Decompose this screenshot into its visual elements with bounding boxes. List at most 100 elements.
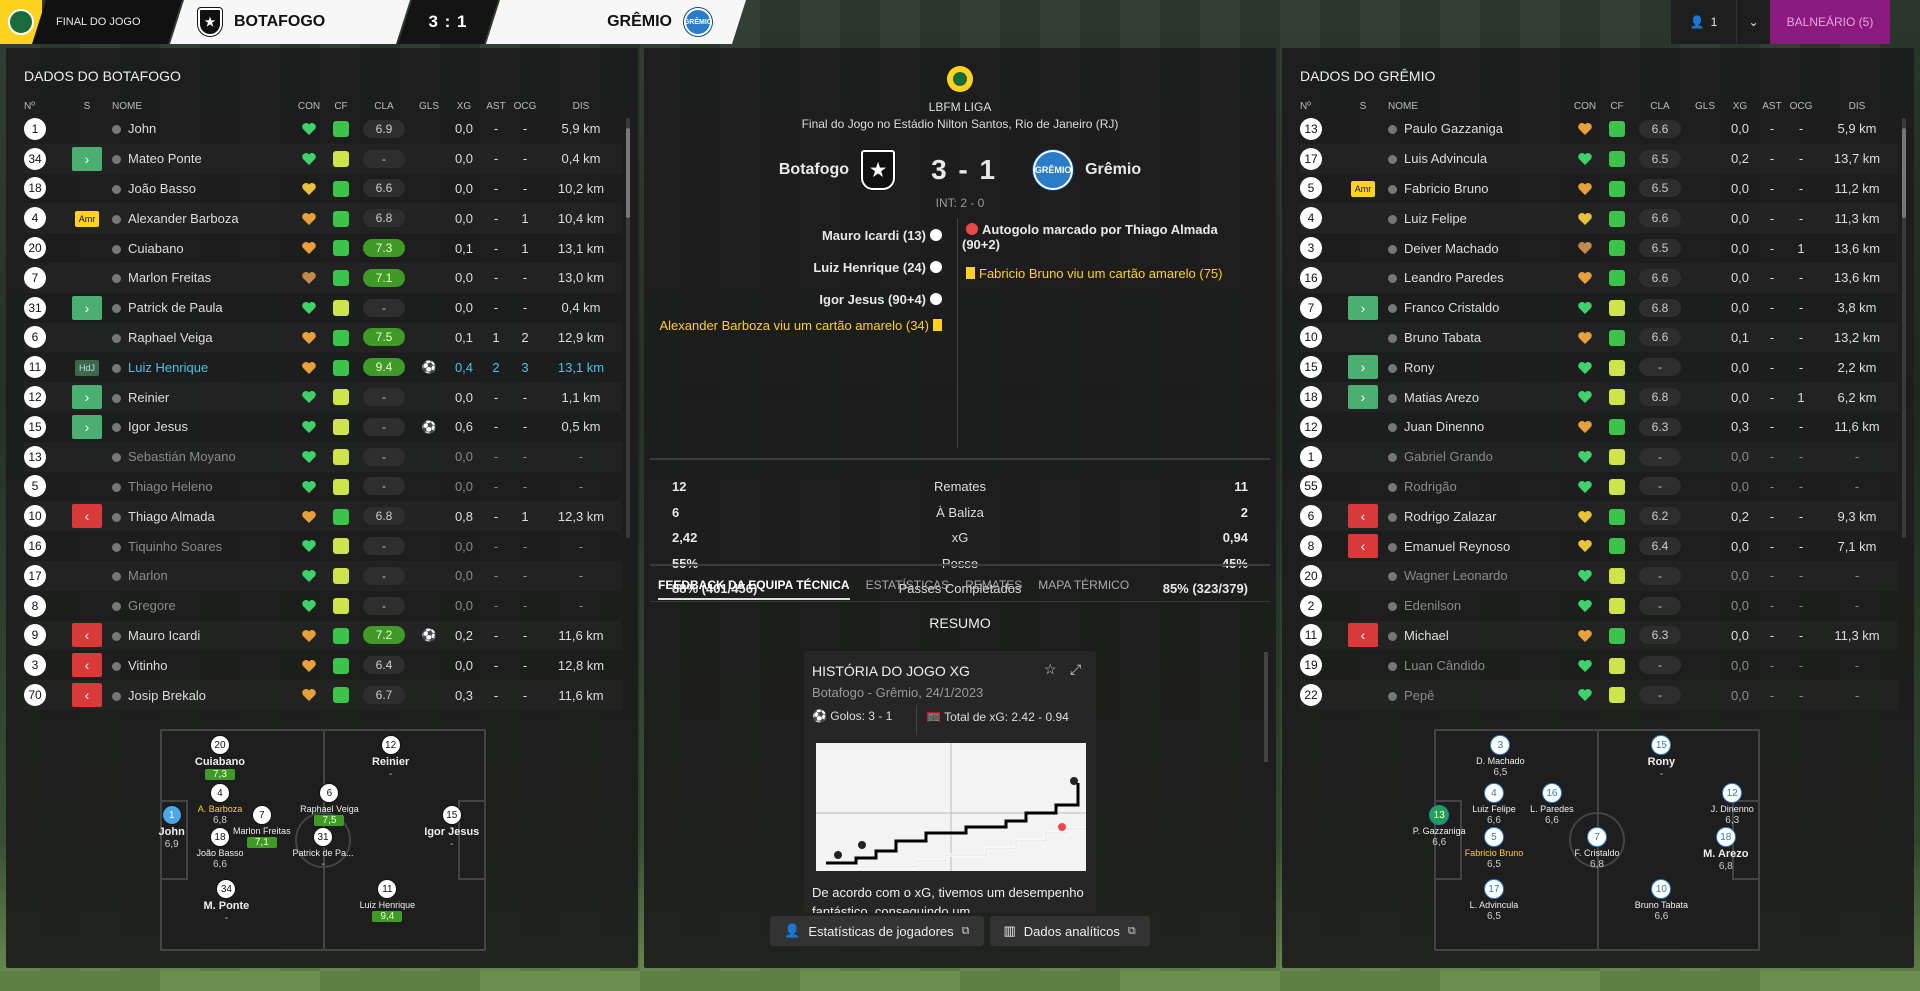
- player-name-cell[interactable]: Michael: [1388, 621, 1568, 651]
- pitch-player[interactable]: 7 F. Cristaldo 6,8: [1557, 826, 1637, 870]
- pitch-player[interactable]: 10 Bruno Tabata 6,6: [1621, 879, 1701, 922]
- table-row[interactable]: 16 Tiquinho Soares - 0,0 - - -: [24, 531, 622, 561]
- home-team[interactable]: ★ BOTAFOGO: [170, 0, 410, 44]
- pitch-player[interactable]: 18 M. Arezo 6,8: [1686, 826, 1766, 872]
- player-name-cell[interactable]: Luan Cândido: [1388, 650, 1568, 680]
- home-team-label[interactable]: Botafogo: [779, 161, 849, 179]
- player-name-cell[interactable]: Alexander Barboza: [112, 203, 292, 233]
- table-row[interactable]: 8 ‹ Emanuel Reynoso 6.4 0,0 - - 7,1 km: [1300, 531, 1898, 561]
- player-name[interactable]: Fabricio Bruno: [1404, 181, 1489, 196]
- table-row[interactable]: 4 Amr Alexander Barboza 6.8 0,0-1 10,4 km: [24, 203, 622, 233]
- col-con[interactable]: CON: [292, 98, 326, 114]
- player-name[interactable]: Deiver Machado: [1404, 241, 1499, 256]
- table-row[interactable]: 3 Deiver Machado 6.5 0,0 - 1 13,6 km: [1300, 233, 1898, 263]
- table-row[interactable]: 6 Raphael Veiga 7.5 0,1 1 2 12,9 km: [24, 323, 622, 353]
- player-name-cell[interactable]: Sebastián Moyano: [112, 442, 292, 472]
- player-name-cell[interactable]: Gregore: [112, 591, 292, 621]
- player-name-cell[interactable]: João Basso: [112, 174, 292, 204]
- player-stats-button[interactable]: 👤 Estatísticas de jogadores ⧉: [770, 916, 984, 946]
- pitch-player[interactable]: 15 Rony -: [1621, 735, 1701, 780]
- player-name[interactable]: John: [128, 121, 156, 136]
- col-con[interactable]: CON: [1568, 98, 1602, 114]
- table-row[interactable]: 1 John 6.9 0,0 - - 5,9 km: [24, 114, 622, 144]
- users-button[interactable]: 👤 1: [1670, 0, 1736, 44]
- player-name[interactable]: Rodrigão: [1404, 479, 1457, 494]
- player-name[interactable]: Gregore: [128, 598, 176, 613]
- player-name[interactable]: Mauro Icardi: [128, 628, 200, 643]
- player-name[interactable]: Patrick de Paula: [128, 300, 223, 315]
- table-row[interactable]: 16 Leandro Paredes 6.6 0,0- -13,6 km: [1300, 263, 1898, 293]
- table-row[interactable]: 34 › Mateo Ponte -0,0- -0,4 km: [24, 144, 622, 174]
- col-dis[interactable]: DIS: [1816, 98, 1898, 114]
- col-ocg[interactable]: OCG: [510, 98, 540, 114]
- locker-room-button[interactable]: BALNEÁRIO (5): [1770, 0, 1890, 44]
- player-name[interactable]: Josip Brekalo: [128, 688, 206, 703]
- col-ocg[interactable]: OCG: [1786, 98, 1816, 114]
- table-row[interactable]: 3 ‹ Vitinho 6.4 0,0 - - 12,8 km: [24, 650, 622, 680]
- table-row[interactable]: 6 ‹ Rodrigo Zalazar 6.2 0,2- -9,3 km: [1300, 501, 1898, 531]
- player-name[interactable]: Gabriel Grando: [1404, 449, 1493, 464]
- player-name-cell[interactable]: Cuiabano: [112, 233, 292, 263]
- col-name[interactable]: NOME: [112, 98, 292, 114]
- table-row[interactable]: 13 Sebastián Moyano -0,0- - -: [24, 442, 622, 472]
- player-name[interactable]: Pepê: [1404, 688, 1434, 703]
- pitch-player[interactable]: 5 Fabricio Bruno 6,5: [1454, 826, 1534, 870]
- table-row[interactable]: 12 › Reinier -0,0- -1,1 km: [24, 382, 622, 412]
- player-name-cell[interactable]: Mateo Ponte: [112, 144, 292, 174]
- player-name[interactable]: Thiago Heleno: [128, 479, 213, 494]
- player-name-cell[interactable]: Rodrigo Zalazar: [1388, 501, 1568, 531]
- player-name-cell[interactable]: Edenilson: [1388, 591, 1568, 621]
- table-row[interactable]: 15 › Rony - 0,0 - - 2,2 km: [1300, 352, 1898, 382]
- player-name[interactable]: Leandro Paredes: [1404, 270, 1504, 285]
- table-row[interactable]: 10 ‹ Thiago Almada 6.8 0,8-1 12,3 km: [24, 501, 622, 531]
- table-row[interactable]: 18 João Basso 6.6 0,0 - - 10,2 km: [24, 174, 622, 204]
- player-name-cell[interactable]: Thiago Almada: [112, 501, 292, 531]
- pitch-player[interactable]: 12 Reinier -: [351, 735, 431, 780]
- col-xg[interactable]: XG: [446, 98, 482, 114]
- chevron-down-icon[interactable]: ⌄: [1736, 0, 1770, 44]
- player-name-cell[interactable]: Leandro Paredes: [1388, 263, 1568, 293]
- table-row[interactable]: 7 Marlon Freitas 7.1 0,0- -13,0 km: [24, 263, 622, 293]
- table-row[interactable]: 70 ‹ Josip Brekalo 6.7 0,3- -11,6 km: [24, 680, 622, 710]
- player-name-cell[interactable]: Patrick de Paula: [112, 293, 292, 323]
- player-name-cell[interactable]: John: [112, 114, 292, 144]
- away-team[interactable]: GRÊMIO GRÊMIO: [486, 0, 746, 44]
- expand-icon[interactable]: ⤢: [1070, 661, 1081, 678]
- player-name-cell[interactable]: Reinier: [112, 382, 292, 412]
- player-name[interactable]: João Basso: [128, 181, 196, 196]
- player-name[interactable]: Rony: [1404, 360, 1434, 375]
- tab-statistics[interactable]: ESTATÍSTICAS: [866, 578, 950, 600]
- tab-feedback[interactable]: FEEDBACK DA EQUIPA TÉCNICA: [658, 578, 850, 600]
- pitch-player[interactable]: 15 Igor Jesus -: [412, 805, 492, 850]
- player-name[interactable]: Alexander Barboza: [128, 211, 239, 226]
- table-row[interactable]: 12 Juan Dinenno 6.3 0,3 - - 11,6 km: [1300, 412, 1898, 442]
- player-name[interactable]: Luis Advincula: [1404, 151, 1487, 166]
- player-name-cell[interactable]: Wagner Leonardo: [1388, 561, 1568, 591]
- table-row[interactable]: 5 Thiago Heleno - 0,0 - - -: [24, 472, 622, 502]
- player-name[interactable]: Raphael Veiga: [128, 330, 213, 345]
- col-gls[interactable]: GLS: [412, 98, 446, 114]
- player-name[interactable]: Michael: [1404, 628, 1449, 643]
- table-row[interactable]: 15 › Igor Jesus - ⚽ 0,6 - - 0,5 km: [24, 412, 622, 442]
- col-cla[interactable]: CLA: [356, 98, 412, 114]
- table-row[interactable]: 17 Marlon -0,0- - -: [24, 561, 622, 591]
- player-name-cell[interactable]: Josip Brekalo: [112, 680, 292, 710]
- player-name[interactable]: Marlon: [128, 568, 168, 583]
- table-row[interactable]: 11 HdJ Luiz Henrique 9.4 ⚽ 0,4 2 3 13,1 km: [24, 352, 622, 382]
- player-name[interactable]: Luan Cândido: [1404, 658, 1485, 673]
- player-name[interactable]: Edenilson: [1404, 598, 1461, 613]
- player-name-cell[interactable]: Deiver Machado: [1388, 233, 1568, 263]
- player-name[interactable]: Paulo Gazzaniga: [1404, 121, 1503, 136]
- pitch-player[interactable]: 3 D. Machado 6,5: [1460, 735, 1540, 778]
- table-row[interactable]: 1 Gabriel Grando -0,0- - -: [1300, 442, 1898, 472]
- player-name-cell[interactable]: Gabriel Grando: [1388, 442, 1568, 472]
- pitch-player[interactable]: 20 Cuiabano 7,3: [180, 735, 260, 781]
- player-name-cell[interactable]: Paulo Gazzaniga: [1388, 114, 1568, 144]
- player-name-cell[interactable]: Rony: [1388, 352, 1568, 382]
- col-xg[interactable]: XG: [1722, 98, 1758, 114]
- player-name-cell[interactable]: Fabricio Bruno: [1388, 174, 1568, 204]
- player-name-cell[interactable]: Raphael Veiga: [112, 323, 292, 353]
- scrollbar[interactable]: [1902, 118, 1906, 538]
- col-cf[interactable]: CF: [326, 98, 356, 114]
- player-name-cell[interactable]: Marlon Freitas: [112, 263, 292, 293]
